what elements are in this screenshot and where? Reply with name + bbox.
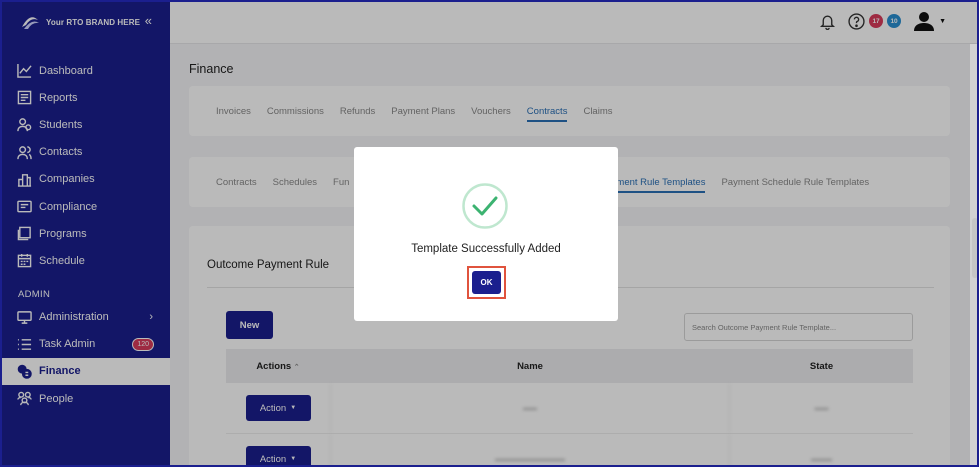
- ok-button-highlight: OK: [467, 266, 506, 299]
- success-check-icon: [462, 183, 508, 229]
- ok-button[interactable]: OK: [472, 271, 501, 294]
- success-dialog: Template Successfully Added OK: [354, 147, 618, 321]
- scrollbar-thumb[interactable]: [972, 218, 978, 278]
- scrollbar-track[interactable]: [970, 44, 979, 467]
- dialog-message: Template Successfully Added: [411, 243, 561, 255]
